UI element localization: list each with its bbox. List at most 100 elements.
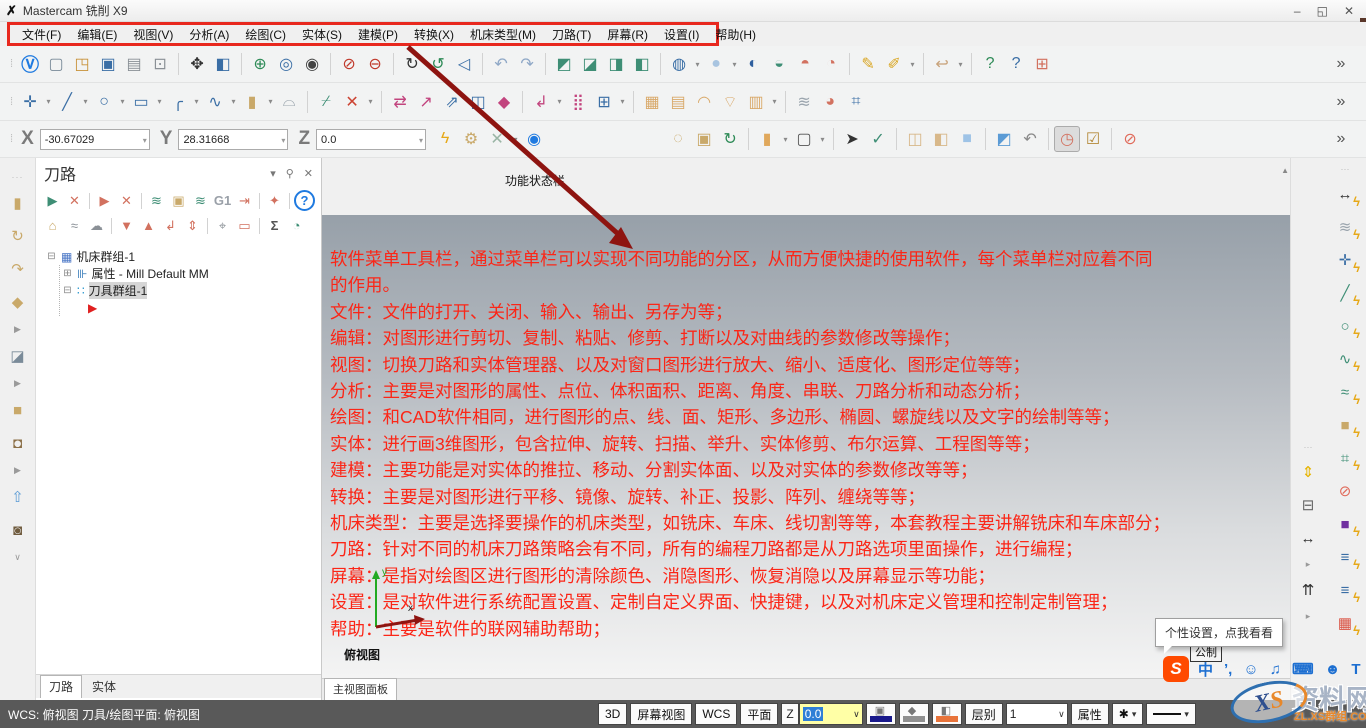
solid-back-select-icon[interactable]: ◩ [991,126,1017,152]
strip-expand-arrow[interactable]: ▶ [6,464,30,476]
toggle-toolpath-display-icon[interactable]: ≈ [64,215,85,236]
only-display-selected-icon[interactable]: ⌖ [212,215,233,236]
save-file-icon[interactable]: ▣ [95,51,121,77]
sweep-surface-icon[interactable]: ⌔ [717,89,743,115]
only-post-selected-icon[interactable]: ▭ [234,215,255,236]
attributes-button[interactable]: 属性 [1071,703,1109,725]
create-fillet-icon[interactable]: ╭ [165,89,191,115]
toolbar-icon[interactable] [1048,128,1049,150]
select-all-operations-icon[interactable]: ▶ [42,190,63,211]
point-dropdown[interactable]: ▾ [43,89,54,115]
chain-dropdown[interactable]: ▾ [554,89,565,115]
wireframe-color-button[interactable]: ▣ [866,703,896,725]
surface-color-button[interactable]: ◧ [932,703,962,725]
rectangle-dropdown[interactable]: ▾ [154,89,165,115]
sketch-multi-icon[interactable]: ✐ [881,51,907,77]
toolbar-icon[interactable] [545,53,546,75]
create-spline-icon[interactable]: ∿ [202,89,228,115]
menu-xform[interactable]: 转换(X) [406,26,462,43]
xform-copy-icon[interactable]: ⇗ [439,89,465,115]
tree-node-machine-group[interactable]: ⊟ ▦ 机床群组-1 [46,248,317,265]
toolbar-icon[interactable] [1111,128,1112,150]
window-dropdown[interactable]: ▾ [817,126,828,152]
chevron-down-icon[interactable]: ▾ [419,136,423,145]
z-depth-field[interactable]: 0.0∨ [799,703,863,725]
unselect-all-operations-icon[interactable]: ✕ [64,190,85,211]
view-previous-icon[interactable]: ↺ [425,51,451,77]
menu-settings[interactable]: 设置(I) [656,26,707,43]
toolbar-icon[interactable] [748,128,749,150]
fillet-dropdown[interactable]: ▾ [191,89,202,115]
zoom-in-icon[interactable]: ◎ [273,51,299,77]
level-button[interactable]: 层别 [965,703,1003,725]
sogou-voice-icon[interactable]: ♫ [1270,661,1281,678]
chevron-down-icon[interactable]: ∨ [853,709,860,720]
scroll-up-icon[interactable]: ▲ [1281,166,1289,175]
remove-hidden-icon[interactable]: ◓ [792,51,818,77]
menu-toolpaths[interactable]: 刀路(T) [544,26,599,43]
draft-surface-icon[interactable]: ◠ [691,89,717,115]
quick-point-icon[interactable]: ✛ϟ [1331,247,1359,273]
translucency-icon[interactable]: ◔ [818,51,844,77]
select-cursor-icon[interactable]: ➤ [839,126,865,152]
toolbar-icon[interactable] [381,91,382,113]
open-file-icon[interactable]: ◳ [69,51,95,77]
solid-filter-split-icon[interactable]: ◫ [902,126,928,152]
analyze-entity-icon[interactable]: ? [977,51,1003,77]
quick-attributes-icon[interactable]: ≡ϟ [1331,577,1359,603]
gview-3d-button[interactable]: 3D [598,703,627,725]
toolpath-summary-icon[interactable]: Σ [264,215,285,236]
shaded-dropdown[interactable]: ▾ [729,51,740,77]
spline-dropdown[interactable]: ▾ [228,89,239,115]
clear-selection-icon[interactable]: ✕ [484,126,510,152]
view-top-icon[interactable]: ◧ [629,51,655,77]
quick-dim-icon[interactable]: ↔ϟ [1331,181,1359,207]
clipboard-verify-icon[interactable]: ☑ [1080,126,1106,152]
panel-menu-chevron-icon[interactable]: ▾ [270,167,276,180]
solid-slice-icon[interactable]: ◪ [6,344,30,368]
sogou-punct-icon[interactable]: ’, [1224,661,1232,678]
analyze-distance-icon[interactable]: ? [1003,51,1029,77]
shaded-display-icon[interactable]: ● [703,51,729,77]
create-surface-icon[interactable]: ⌓ [276,89,302,115]
inside-select-icon[interactable]: ▮ [754,126,780,152]
quick-solid-icon[interactable]: ■ϟ [1331,412,1359,438]
menu-screen[interactable]: 屏幕(R) [599,26,656,43]
inside-dropdown[interactable]: ▾ [780,126,791,152]
sketch-pencil-icon[interactable]: ✎ [855,51,881,77]
hidden-line-icon[interactable]: ◒ [766,51,792,77]
expand-icon[interactable]: ⊞ [62,268,73,279]
post-output-icon[interactable]: ⇥ [234,190,255,211]
lasso-select-icon[interactable]: ◌ [665,126,691,152]
close-button[interactable]: ✕ [1344,4,1354,18]
circle-dropdown[interactable]: ▾ [117,89,128,115]
print-preview-icon[interactable]: ⊡ [147,51,173,77]
menu-view[interactable]: 视图(V) [125,26,181,43]
unzoom-icon[interactable]: ⊘ [336,51,362,77]
xform-array-icon[interactable]: ⣿ [565,89,591,115]
plane-button[interactable]: 平面 [740,703,778,725]
tree-node-properties[interactable]: ⊞ ⊪ 属性 - Mill Default MM [62,265,317,282]
quick-spline-icon[interactable]: ∿ϟ [1331,346,1359,372]
quick-flat-surface-icon[interactable]: ≈ϟ [1331,379,1359,405]
wireframe-dropdown[interactable]: ▾ [692,51,703,77]
toolbar-icon[interactable] [307,91,308,113]
solid-boolean-icon[interactable]: ◘ [6,431,30,455]
fit-screen-icon[interactable]: ✥ [184,51,210,77]
primitives-dropdown[interactable]: ▾ [265,89,276,115]
toolbar-icon[interactable] [985,128,986,150]
menu-analyze[interactable]: 分析(A) [181,26,237,43]
create-rectangle-icon[interactable]: ▭ [128,89,154,115]
toolbar-icon[interactable] [330,53,331,75]
window-select-icon[interactable]: ▢ [791,126,817,152]
quick-mask-clock-icon[interactable]: ◷ [1054,126,1080,152]
strip-expand-arrow[interactable]: ▶ [6,377,30,389]
machine-cycle-time-icon[interactable]: ◔ [286,215,307,236]
view-front-icon[interactable]: ◪ [577,51,603,77]
solid-block-icon[interactable]: ■ [6,398,30,422]
note-label-icon[interactable]: ⊟ [1294,492,1322,518]
create-line-icon[interactable]: ╱ [54,89,80,115]
toolbar-icon[interactable] [785,91,786,113]
menu-machine-type[interactable]: 机床类型(M) [462,26,544,43]
toolbar-icon[interactable] [522,91,523,113]
